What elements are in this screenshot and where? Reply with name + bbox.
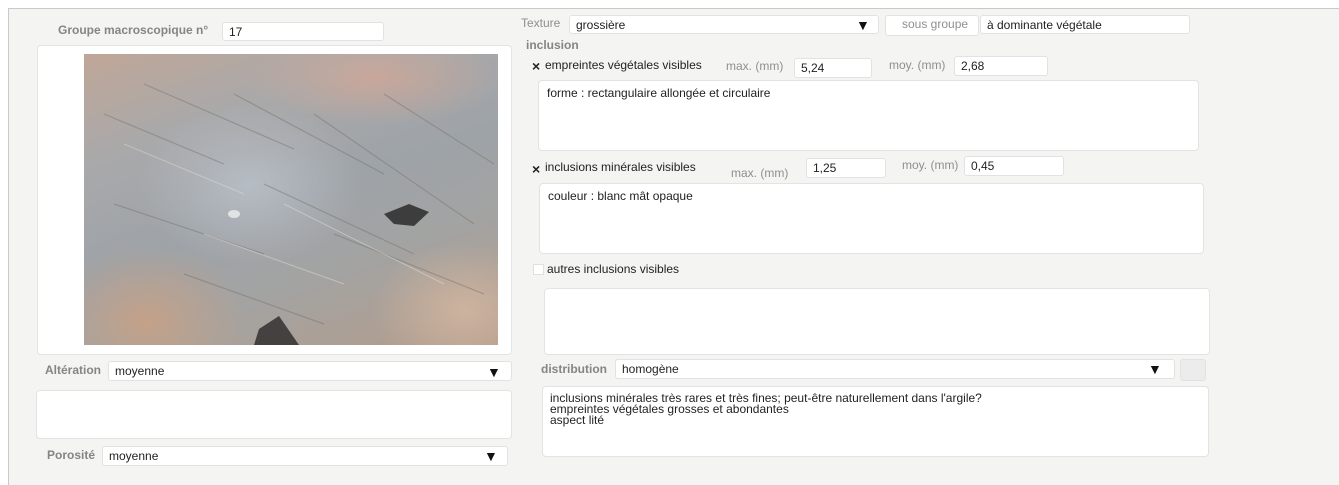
inclusion-heading: inclusion: [526, 38, 579, 52]
autres-notes[interactable]: [544, 288, 1210, 355]
form-canvas: Groupe macroscopique n° 17 Altération mo…: [0, 0, 1339, 485]
mineral-moy-label: moy. (mm): [902, 158, 959, 172]
dropdown-arrow-icon[interactable]: ▼: [856, 16, 870, 34]
distribution-select[interactable]: homogène: [615, 359, 1175, 379]
mineral-max-label: max. (mm): [731, 166, 789, 180]
texture-select[interactable]: grossière: [569, 15, 879, 34]
vegetal-moy-field[interactable]: 2,68: [954, 56, 1048, 76]
alteration-notes[interactable]: [36, 390, 512, 439]
dropdown-arrow-icon[interactable]: ▼: [484, 447, 498, 465]
vegetal-max-label: max. (mm): [726, 59, 784, 73]
sous-groupe-field[interactable]: à dominante végétale: [980, 15, 1190, 34]
mineral-label: inclusions minérales visibles: [545, 160, 696, 174]
group-number-field[interactable]: 17: [222, 22, 384, 41]
distribution-label: distribution: [541, 362, 607, 376]
mineral-notes[interactable]: couleur : blanc mât opaque: [539, 183, 1204, 254]
dropdown-arrow-icon[interactable]: ▼: [1148, 360, 1162, 378]
group-number-label: Groupe macroscopique n°: [58, 23, 209, 37]
vegetal-max-field[interactable]: 5,24: [794, 58, 872, 78]
observations-notes[interactable]: inclusions minérales très rares et très …: [542, 386, 1209, 457]
autres-label: autres inclusions visibles: [547, 262, 680, 276]
mineral-moy-field[interactable]: 0,45: [964, 156, 1064, 176]
checkbox-checked-icon[interactable]: ×: [532, 59, 540, 73]
mineral-max-field[interactable]: 1,25: [806, 158, 886, 178]
alteration-label: Altération: [45, 363, 102, 377]
checkbox-empty-icon[interactable]: [533, 264, 544, 275]
vegetal-label: empreintes végétales visibles: [545, 58, 702, 72]
alteration-select[interactable]: moyenne: [108, 361, 512, 381]
porosite-select[interactable]: moyenne: [102, 446, 508, 466]
sample-photo: [84, 54, 498, 345]
checkbox-checked-icon[interactable]: ×: [532, 162, 540, 176]
vegetal-notes[interactable]: forme : rectangulaire allongée et circul…: [538, 80, 1199, 151]
texture-label: Texture: [521, 16, 561, 30]
vegetal-moy-label: moy. (mm): [889, 58, 946, 72]
porosite-label: Porosité: [47, 448, 96, 462]
distribution-side-box: [1180, 359, 1206, 381]
dropdown-arrow-icon[interactable]: ▼: [487, 363, 501, 381]
sous-groupe-label: sous groupe: [902, 17, 969, 31]
